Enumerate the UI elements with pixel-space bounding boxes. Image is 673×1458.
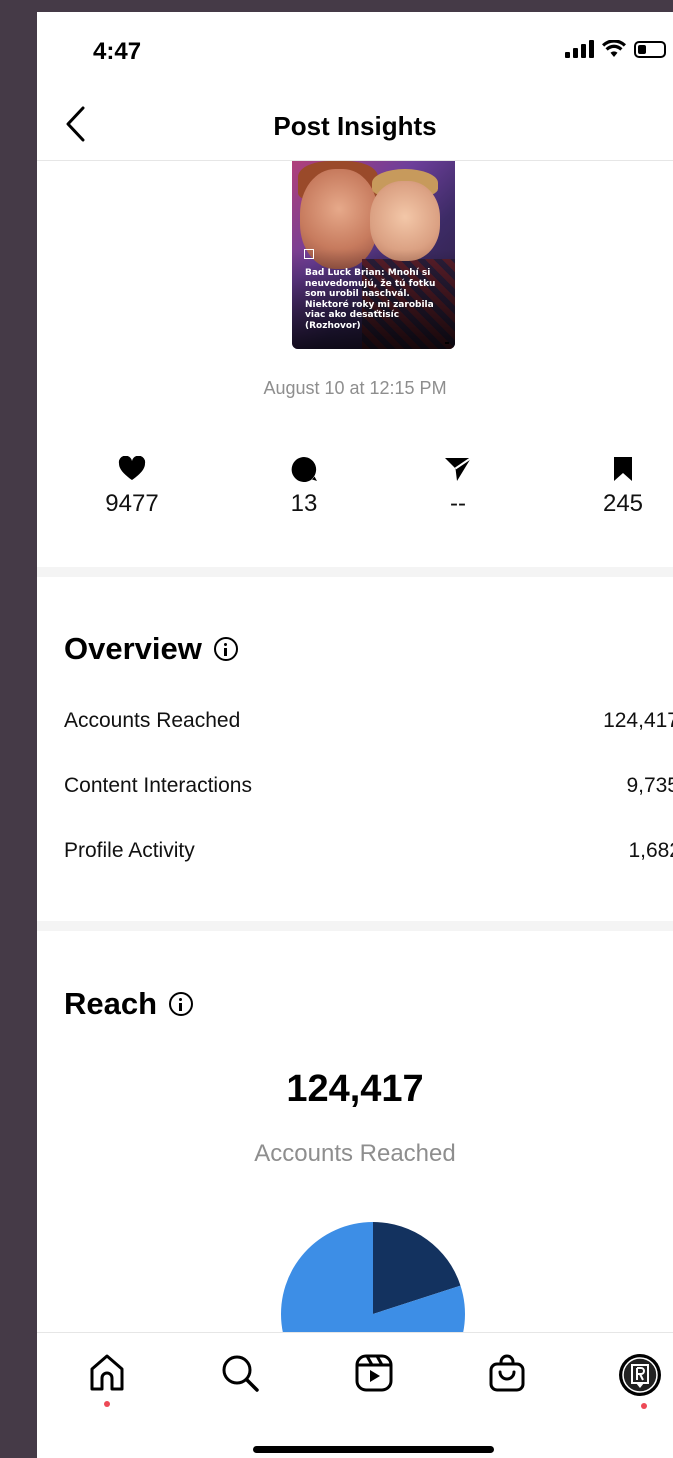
row-value: 124,417: [603, 709, 673, 732]
section-divider: [37, 921, 673, 931]
phone-screen: 4:47 Post Insights Bad Luck Brian: Mnohí…: [37, 12, 673, 1458]
nav-profile[interactable]: [616, 1353, 664, 1409]
bookmark-icon: [614, 457, 632, 481]
post-caption: Bad Luck Brian: Mnohí si neuvedomujú, že…: [305, 268, 436, 331]
bottom-navigation: [37, 1332, 673, 1458]
notification-dot: [104, 1401, 110, 1407]
stat-likes: 9477: [72, 456, 192, 518]
brand-watermark-icon: [445, 342, 449, 344]
saves-count: 245: [602, 490, 644, 517]
wifi-icon: [602, 40, 626, 57]
row-value: 1,682: [628, 839, 673, 862]
post-date: August 10 at 12:15 PM: [263, 378, 447, 398]
overview-title: Overview: [64, 631, 202, 666]
stat-shares: --: [398, 456, 518, 518]
info-icon[interactable]: [213, 637, 238, 661]
row-label: Accounts Reached: [64, 709, 241, 732]
nav-shop[interactable]: [483, 1353, 531, 1401]
info-icon[interactable]: [169, 992, 194, 1016]
nav-reels[interactable]: [350, 1353, 398, 1401]
stat-comments: 13: [244, 456, 364, 518]
status-icons: [565, 40, 666, 58]
comments-count: 13: [290, 490, 318, 517]
reels-icon: [355, 1354, 393, 1392]
likes-count: 9477: [105, 490, 159, 517]
reach-total: 124,417: [286, 1068, 424, 1110]
page-title: Post Insights: [273, 111, 437, 141]
shop-icon: [489, 1354, 525, 1392]
shares-count: --: [450, 490, 466, 517]
row-label: Profile Activity: [64, 839, 195, 862]
home-icon: [90, 1354, 124, 1391]
post-thumbnail[interactable]: Bad Luck Brian: Mnohí si neuvedomujú, že…: [292, 161, 455, 349]
comment-icon: [291, 457, 317, 482]
home-indicator: [253, 1446, 494, 1453]
battery-icon: [634, 41, 666, 58]
nav-search[interactable]: [216, 1353, 264, 1401]
reach-total-label: Accounts Reached: [254, 1140, 456, 1167]
status-time: 4:47: [93, 38, 142, 65]
row-value: 9,735: [626, 774, 673, 797]
signal-icon: [565, 40, 594, 58]
profile-avatar-icon: [619, 1354, 661, 1396]
publisher-logo-icon: [304, 249, 314, 259]
reach-heading: Reach: [64, 986, 194, 1022]
section-divider: [37, 567, 673, 577]
row-label: Content Interactions: [64, 774, 252, 797]
notification-dot: [641, 1403, 647, 1409]
nav-home[interactable]: [83, 1353, 131, 1407]
stat-saves: 245: [563, 456, 673, 518]
search-icon: [222, 1355, 259, 1392]
heart-icon: [118, 456, 146, 480]
overview-heading: Overview: [64, 631, 238, 667]
share-icon: [445, 457, 472, 481]
reach-title: Reach: [64, 986, 158, 1021]
